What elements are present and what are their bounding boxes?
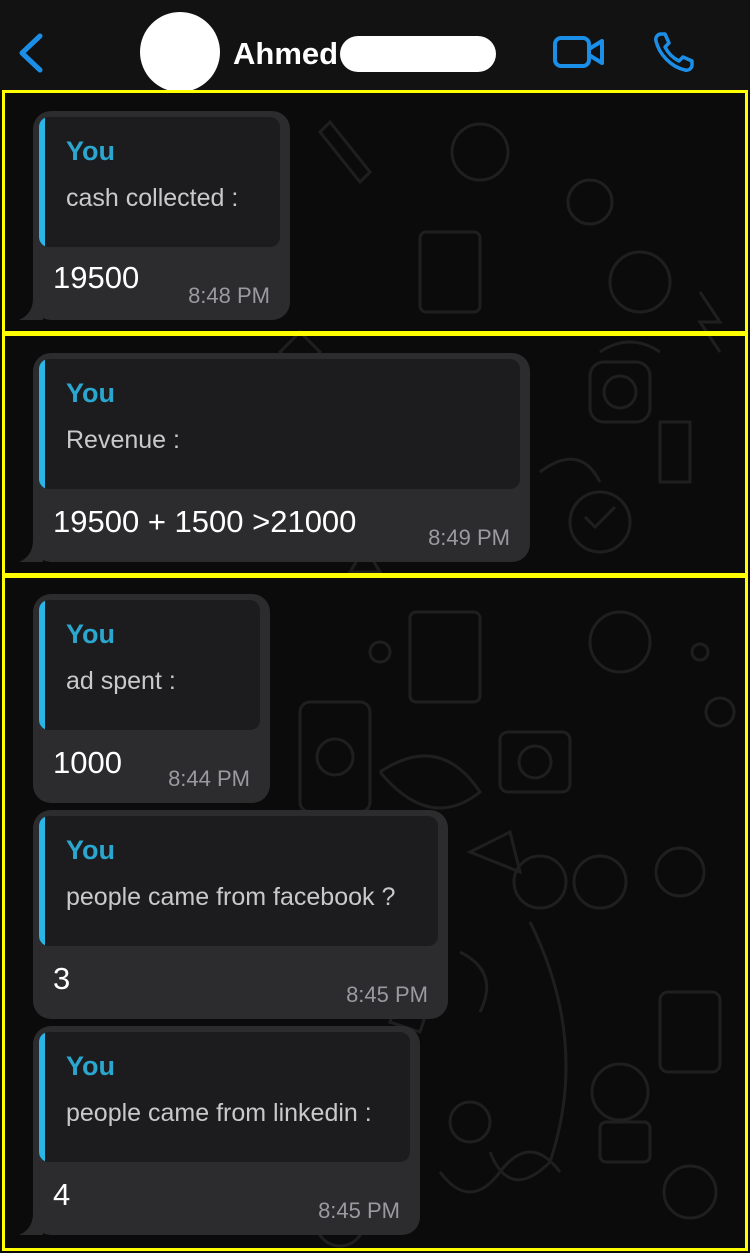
quoted-message[interactable]: You ad spent :: [39, 600, 260, 730]
message-text: 3: [53, 961, 71, 996]
message-bubble[interactable]: You Revenue : 19500 + 1500 >21000 8:49 P…: [19, 353, 530, 562]
quote-accent-bar: [39, 359, 45, 489]
video-camera-icon: [553, 36, 604, 68]
quote-accent-bar: [39, 600, 45, 730]
redaction-mask: [340, 36, 496, 72]
quote-text: cash collected :: [66, 184, 239, 212]
phone-icon: [654, 32, 694, 72]
message-time: 8:44 PM: [168, 766, 250, 791]
quote-accent-bar: [39, 1032, 45, 1162]
quoted-message[interactable]: You people came from facebook ?: [39, 816, 438, 946]
quote-text: ad spent :: [66, 667, 176, 695]
quote-text: Revenue :: [66, 426, 180, 454]
message-text: 19500 + 1500 >21000: [53, 504, 357, 539]
avatar[interactable]: [140, 12, 220, 92]
message-time: 8:49 PM: [428, 525, 510, 550]
message-bubble[interactable]: You people came from facebook ? 3 8:45 P…: [33, 810, 448, 1019]
quote-author: You: [66, 378, 115, 408]
voice-call-button[interactable]: [652, 30, 696, 74]
quoted-message[interactable]: You people came from linkedin :: [39, 1032, 410, 1162]
bubble-tail: [19, 298, 43, 320]
message-time: 8:45 PM: [318, 1198, 400, 1223]
quote-text: people came from facebook ?: [66, 883, 396, 911]
message-bubble[interactable]: You cash collected : 19500 8:48 PM: [19, 111, 290, 320]
quote-author: You: [66, 619, 115, 649]
video-call-button[interactable]: [552, 34, 606, 70]
back-button[interactable]: [14, 30, 50, 76]
quote-accent-bar: [39, 816, 45, 946]
message-time: 8:48 PM: [188, 283, 270, 308]
message-bubble[interactable]: You ad spent : 1000 8:44 PM: [33, 594, 270, 803]
message-text: 4: [53, 1177, 71, 1212]
quoted-message[interactable]: You cash collected :: [39, 117, 280, 247]
chat-header: Ahmed: [0, 0, 750, 92]
quote-text: people came from linkedin :: [66, 1099, 372, 1127]
contact-name[interactable]: Ahmed: [233, 34, 338, 74]
message-text: 1000: [53, 745, 122, 780]
chevron-left-icon: [19, 33, 43, 73]
bubble-tail: [19, 540, 43, 562]
bubble-tail: [19, 1213, 43, 1235]
message-bubble[interactable]: You people came from linkedin : 4 8:45 P…: [19, 1026, 420, 1235]
message-time: 8:45 PM: [346, 982, 428, 1007]
message-text: 19500: [53, 260, 140, 295]
quote-accent-bar: [39, 117, 45, 247]
quoted-message[interactable]: You Revenue :: [39, 359, 520, 489]
quote-author: You: [66, 835, 115, 865]
quote-author: You: [66, 1051, 115, 1081]
quote-author: You: [66, 136, 115, 166]
